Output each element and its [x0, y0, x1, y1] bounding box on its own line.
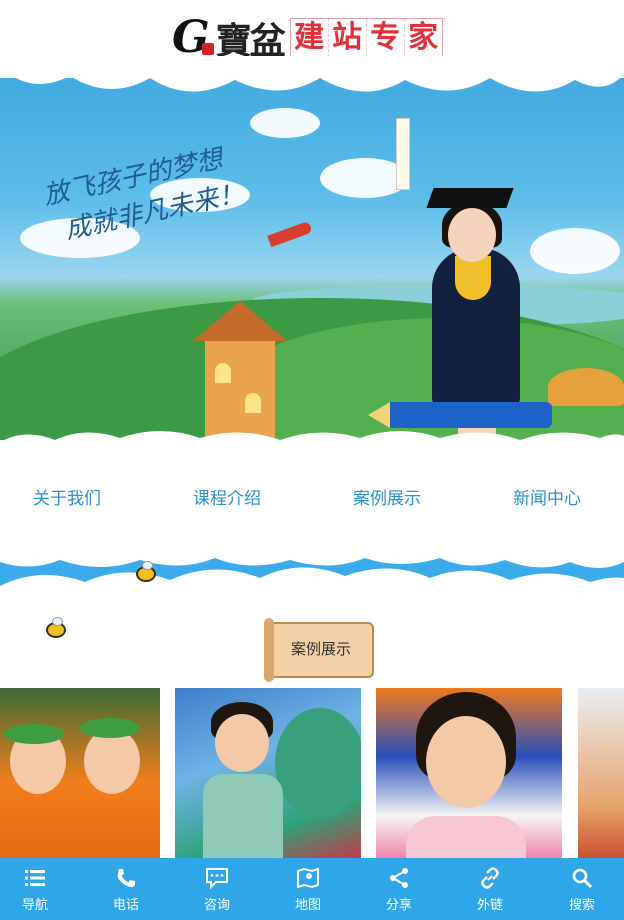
phone-icon [117, 869, 135, 887]
toolbar-chat-button[interactable]: 咨询 [172, 858, 262, 920]
logo-tagline-char: 建 [291, 19, 329, 57]
bee-icon [46, 617, 66, 638]
case-title: 案例展示 [290, 640, 351, 658]
house-window [215, 363, 231, 383]
diploma [396, 118, 410, 190]
banner-slogan: 放飞孩子的梦想 成就非凡未来！ [40, 137, 248, 252]
rocket-icon [267, 220, 313, 248]
case-photo[interactable] [376, 688, 562, 858]
toolbar-share-button[interactable]: 分享 [354, 858, 444, 920]
nav-item-cases[interactable]: 案例展示 [353, 488, 421, 510]
main-nav: 关于我们 课程介绍 案例展示 新闻中心 [0, 431, 624, 558]
case-photo[interactable] [578, 688, 624, 858]
nav-item-about[interactable]: 关于我们 [33, 488, 101, 510]
nav-cloud-top [0, 431, 624, 456]
header: G 寶盆 建 站 专 家 [0, 0, 624, 92]
header-cloud-edge [0, 56, 624, 92]
logo-tagline-char: 站 [329, 19, 367, 57]
toolbar-label: 咨询 [203, 898, 230, 913]
graduate-collar [455, 256, 491, 300]
logo-tagline-char: 家 [408, 20, 439, 55]
bee-icon [136, 561, 156, 582]
case-photo[interactable] [0, 688, 160, 858]
menu-icon [25, 870, 45, 886]
toolbar-label: 电话 [112, 898, 139, 913]
toolbar-phone-button[interactable]: 电话 [81, 858, 171, 920]
nav-item-courses[interactable]: 课程介绍 [193, 488, 261, 510]
toolbar-map-button[interactable]: 地图 [263, 858, 353, 920]
logo-seal-icon [201, 43, 214, 55]
toolbar-search-button[interactable]: 搜索 [537, 858, 624, 920]
child-face [215, 714, 269, 772]
exercise-ball [275, 708, 361, 818]
graduate-face [448, 208, 496, 262]
logo-tagline-char: 专 [367, 19, 405, 57]
child-shirt [406, 816, 526, 858]
pencil [368, 402, 552, 428]
link-icon [481, 867, 499, 889]
toolbar-link-button[interactable]: 外链 [445, 858, 535, 920]
child-face [426, 716, 506, 808]
case-photo[interactable] [175, 688, 361, 858]
chat-icon [206, 868, 228, 890]
bottom-toolbar: 导航 电话 咨询 地图 分享 外链 搜索 [0, 858, 624, 920]
toolbar-label: 搜索 [568, 898, 595, 913]
cloud [530, 228, 620, 274]
search-icon [572, 868, 593, 889]
toolbar-label: 导航 [21, 898, 48, 913]
case-section: 案例展示 [0, 600, 624, 860]
hero-banner[interactable]: 放飞孩子的梦想 成就非凡未来！ [0, 68, 624, 448]
mushroom [548, 368, 624, 406]
toolbar-label: 分享 [385, 898, 412, 913]
graduation-cap [426, 188, 514, 208]
house-window [245, 393, 261, 413]
mask [80, 718, 140, 738]
child-shirt [203, 774, 283, 858]
toolbar-label: 地图 [294, 898, 321, 913]
cloud [250, 108, 320, 138]
case-title-sign: 案例展示 [264, 618, 374, 682]
logo-tagline: 建 站 专 家 [289, 18, 443, 58]
nav-item-news[interactable]: 新闻中心 [513, 488, 581, 510]
map-icon [297, 867, 319, 889]
mask [4, 724, 64, 744]
share-icon [390, 868, 408, 888]
toolbar-nav-button[interactable]: 导航 [0, 858, 80, 920]
toolbar-label: 外链 [476, 898, 503, 913]
